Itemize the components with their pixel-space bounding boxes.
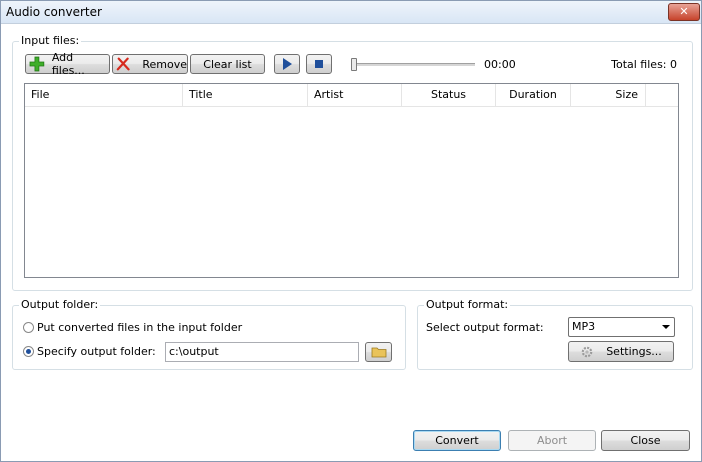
play-icon bbox=[283, 58, 292, 70]
convert-button[interactable]: Convert bbox=[413, 430, 501, 451]
convert-label: Convert bbox=[435, 434, 479, 447]
playback-time: 00:00 bbox=[484, 58, 516, 71]
input-files-label: Input files: bbox=[19, 34, 82, 47]
remove-button[interactable]: Remove bbox=[112, 54, 188, 74]
window-title: Audio converter bbox=[6, 5, 102, 19]
chevron-down-icon bbox=[662, 325, 670, 329]
close-label: Close bbox=[630, 434, 661, 447]
settings-button[interactable]: Settings... bbox=[568, 341, 674, 362]
files-list[interactable]: File Title Artist Status Duration Size bbox=[24, 83, 679, 278]
close-button[interactable]: Close bbox=[601, 430, 690, 451]
column-duration-label: Duration bbox=[509, 88, 557, 101]
column-size[interactable]: Size bbox=[571, 84, 646, 106]
settings-label: Settings... bbox=[606, 345, 662, 358]
output-format-label: Output format: bbox=[424, 298, 511, 311]
playback-slider[interactable] bbox=[351, 58, 475, 71]
output-folder-label: Output folder: bbox=[19, 298, 101, 311]
remove-label: Remove bbox=[142, 57, 187, 71]
clear-list-button[interactable]: Clear list bbox=[190, 54, 265, 74]
format-select-value: MP3 bbox=[572, 320, 596, 333]
add-files-label: Add files... bbox=[51, 51, 85, 77]
radio-specify-folder-label[interactable]: Specify output folder: bbox=[37, 345, 156, 358]
radio-input-folder-label[interactable]: Put converted files in the input folder bbox=[37, 321, 242, 334]
stop-button[interactable] bbox=[306, 54, 332, 74]
add-icon bbox=[29, 56, 45, 72]
column-status[interactable]: Status bbox=[402, 84, 496, 106]
slider-track bbox=[351, 63, 475, 66]
total-files-count: Total files: 0 bbox=[611, 58, 677, 71]
gear-icon bbox=[581, 346, 593, 357]
column-file[interactable]: File bbox=[25, 84, 183, 106]
output-path-field[interactable]: c:\output bbox=[165, 342, 359, 362]
abort-label: Abort bbox=[536, 434, 568, 447]
remove-icon bbox=[116, 57, 130, 71]
clear-list-label: Clear list bbox=[203, 57, 252, 71]
column-duration[interactable]: Duration bbox=[496, 84, 571, 106]
play-button[interactable] bbox=[274, 54, 300, 74]
browse-folder-button[interactable] bbox=[365, 342, 392, 362]
title-bar: Audio converter ✕ bbox=[1, 1, 701, 24]
close-icon: ✕ bbox=[679, 5, 689, 18]
format-select[interactable]: MP3 bbox=[568, 317, 675, 337]
window-close-button[interactable]: ✕ bbox=[668, 3, 700, 21]
slider-thumb[interactable] bbox=[351, 58, 357, 71]
select-format-label: Select output format: bbox=[426, 321, 544, 334]
folder-icon bbox=[371, 347, 386, 358]
add-files-button[interactable]: Add files... bbox=[25, 51, 110, 77]
column-size-label: Size bbox=[615, 88, 638, 101]
list-header: File Title Artist Status Duration Size bbox=[25, 84, 678, 107]
stop-icon bbox=[315, 60, 323, 68]
column-status-label: Status bbox=[430, 88, 467, 101]
radio-input-folder[interactable] bbox=[23, 322, 34, 333]
abort-button[interactable]: Abort bbox=[508, 430, 596, 451]
column-title[interactable]: Title bbox=[183, 84, 308, 106]
audio-converter-window: Audio converter ✕ Input files: Add files… bbox=[0, 0, 702, 462]
column-artist[interactable]: Artist bbox=[308, 84, 402, 106]
radio-specify-folder[interactable] bbox=[23, 346, 34, 357]
